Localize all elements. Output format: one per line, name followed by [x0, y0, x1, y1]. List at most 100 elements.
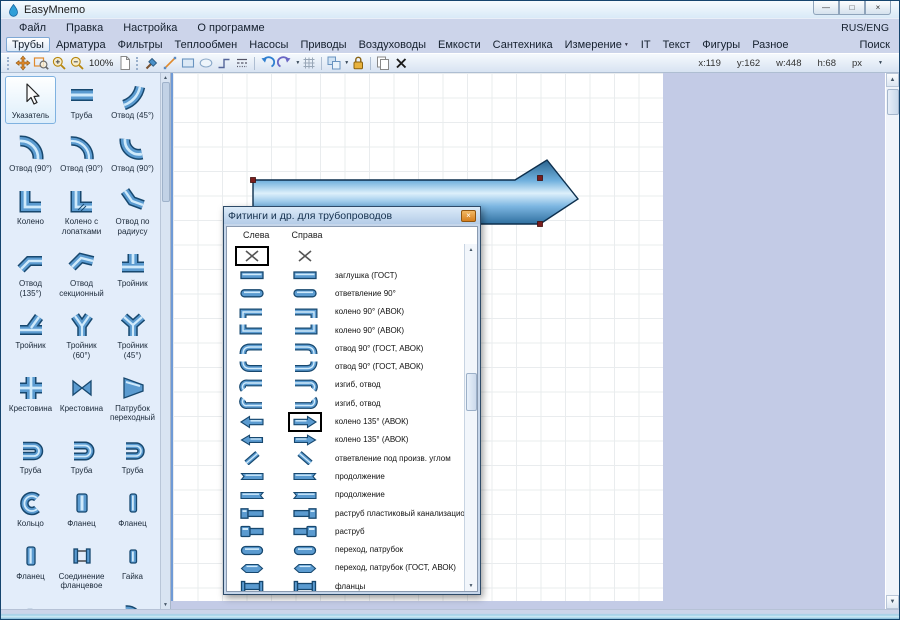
- scroll-thumb[interactable]: [887, 89, 899, 115]
- palette-item-Отвод (90°)[interactable]: Отвод (90°): [5, 129, 56, 177]
- tab-Фильтры[interactable]: Фильтры: [112, 39, 169, 51]
- palette-item-Отвод (135°)[interactable]: Отвод (135°): [5, 244, 56, 301]
- fitting-right-elbow-low-icon[interactable]: [290, 304, 320, 320]
- tab-IT[interactable]: IT: [635, 39, 657, 51]
- scroll-up-icon[interactable]: ▲: [886, 73, 899, 87]
- fitting-left-bar-round-icon[interactable]: [237, 285, 267, 301]
- palette-item-Отвод по радиусу[interactable]: Отвод по радиусу: [107, 182, 158, 239]
- palette-item-Тройник (60°)[interactable]: Тройник (60°): [56, 306, 107, 363]
- dialog-close-button[interactable]: ×: [461, 210, 476, 222]
- palette-item-Соединение фланцевое[interactable]: Соединение фланцевое: [56, 537, 107, 594]
- palette-item-Тройник (45°)[interactable]: Тройник (45°): [107, 306, 158, 363]
- line-tool-icon[interactable]: [161, 55, 179, 72]
- unit-dropdown-icon[interactable]: ▼: [878, 60, 883, 66]
- zoom-fit-icon[interactable]: [32, 55, 50, 72]
- grid-toggle-icon[interactable]: [300, 55, 318, 72]
- fitting-right-slash-icon[interactable]: [290, 450, 320, 466]
- line-style-icon[interactable]: [233, 55, 251, 72]
- palette-item-Отвод (90°)[interactable]: Отвод (90°): [56, 129, 107, 177]
- palette-item-Труба[interactable]: Труба: [56, 431, 107, 479]
- palette-item-Патрубок переходный[interactable]: Патрубок переходный: [107, 369, 158, 426]
- tab-Сантехника[interactable]: Сантехника: [487, 39, 559, 51]
- tab-Емкости[interactable]: Емкости: [432, 39, 487, 51]
- tab-Разное[interactable]: Разное: [746, 39, 794, 51]
- fitting-left-bar-notch-icon[interactable]: [237, 468, 267, 484]
- palette-item-Тройник[interactable]: Тройник: [107, 244, 158, 301]
- zoom-out-icon[interactable]: [68, 55, 86, 72]
- rect-tool-icon[interactable]: [179, 55, 197, 72]
- tab-Теплообмен[interactable]: Теплообмен: [168, 39, 243, 51]
- fitting-left-slash-icon[interactable]: [237, 450, 267, 466]
- palette-item-Труба[interactable]: Труба: [56, 76, 107, 124]
- palette-scrollbar[interactable]: ▲ ▼: [160, 73, 170, 609]
- scroll-down-icon[interactable]: ▼: [886, 595, 899, 609]
- palette-item-Гайка[interactable]: Гайка: [107, 537, 158, 594]
- palette-item-Отвод (45°)[interactable]: Отвод (45°): [107, 76, 158, 124]
- palette-item-Указатель[interactable]: Указатель: [5, 76, 56, 124]
- copy-icon[interactable]: [374, 55, 392, 72]
- new-page-icon[interactable]: [116, 55, 134, 72]
- fill-style-icon[interactable]: [143, 55, 161, 72]
- fitting-right-arc-high-icon[interactable]: [290, 359, 320, 375]
- palette-item-Труба[interactable]: Труба: [107, 431, 158, 479]
- tab-Насосы[interactable]: Насосы: [243, 39, 294, 51]
- fitting-right-elbow-high-icon[interactable]: [290, 322, 320, 338]
- polyline-tool-icon[interactable]: [215, 55, 233, 72]
- ellipse-tool-icon[interactable]: [197, 55, 215, 72]
- fitting-left-hook-high-icon[interactable]: [237, 395, 267, 411]
- fitting-right-arrow2-icon[interactable]: [290, 432, 320, 448]
- dialog-scrollbar[interactable]: ▲ ▼: [464, 244, 477, 591]
- menu-item[interactable]: Настройка: [113, 22, 187, 34]
- palette-item-Фланец[interactable]: Фланец: [5, 537, 56, 594]
- fitting-left-elbow-high-icon[interactable]: [237, 322, 267, 338]
- palette-item-Гайка[interactable]: Гайка: [5, 599, 56, 609]
- fitting-right-hook-low-icon[interactable]: [290, 377, 320, 393]
- palette-item-Резьбовое соединение[interactable]: Резьбовое соединение: [107, 599, 158, 609]
- palette-item-Фланец[interactable]: Фланец: [56, 484, 107, 532]
- tab-Приводы[interactable]: Приводы: [294, 39, 352, 51]
- palette-item-Колено[interactable]: Колено: [5, 182, 56, 239]
- scroll-up-icon[interactable]: ▲: [469, 244, 474, 255]
- fitting-right-flanged-icon[interactable]: [290, 578, 320, 591]
- menu-item[interactable]: Файл: [9, 22, 56, 34]
- close-button[interactable]: ×: [865, 1, 891, 15]
- tab-Фигуры[interactable]: Фигуры: [696, 39, 746, 51]
- palette-item-Фланец[interactable]: Фланец: [107, 484, 158, 532]
- menu-item[interactable]: О программе: [187, 22, 274, 34]
- tab-Измерение[interactable]: Измерение▼: [559, 39, 635, 51]
- tab-Арматура[interactable]: Арматура: [50, 39, 112, 51]
- palette-item-Отвод (90°)[interactable]: Отвод (90°): [107, 129, 158, 177]
- fitting-right-none-icon[interactable]: [290, 248, 320, 264]
- fitting-left-flanged-icon[interactable]: [237, 578, 267, 591]
- fitting-left-arc-low-icon[interactable]: [237, 340, 267, 356]
- fitting-right-arrow-icon[interactable]: [290, 414, 320, 430]
- group-icon[interactable]: [325, 55, 343, 72]
- fitting-right-bar-round-icon[interactable]: [290, 285, 320, 301]
- fitting-right-socket-icon[interactable]: [290, 505, 320, 521]
- palette-item-Кольцо[interactable]: Кольцо: [5, 484, 56, 532]
- scroll-down-icon[interactable]: ▼: [163, 600, 168, 609]
- fitting-right-socket2-icon[interactable]: [290, 523, 320, 539]
- palette-item-Крестовина[interactable]: Крестовина: [56, 369, 107, 426]
- fitting-right-hook-high-icon[interactable]: [290, 395, 320, 411]
- fitting-right-arc-low-icon[interactable]: [290, 340, 320, 356]
- scroll-thumb[interactable]: [162, 82, 170, 202]
- scroll-thumb[interactable]: [466, 373, 477, 411]
- zoom-level[interactable]: 100%: [86, 58, 116, 69]
- pan-tool-icon[interactable]: [14, 55, 32, 72]
- fitting-left-socket2-icon[interactable]: [237, 523, 267, 539]
- fitting-left-arrow-icon[interactable]: [237, 414, 267, 430]
- scroll-up-icon[interactable]: ▲: [163, 73, 168, 82]
- palette-item-Отвод секционный[interactable]: Отвод секционный: [56, 244, 107, 301]
- fitting-right-capsule-icon[interactable]: [290, 542, 320, 558]
- delete-icon[interactable]: [392, 55, 410, 72]
- undo-icon[interactable]: [258, 55, 276, 72]
- redo-icon[interactable]: [276, 55, 294, 72]
- minimize-button[interactable]: —: [813, 1, 839, 15]
- dialog-title-bar[interactable]: Фитинги и др. для трубопроводов ×: [224, 207, 480, 224]
- maximize-button[interactable]: □: [839, 1, 865, 15]
- toolbar-grip[interactable]: [136, 57, 139, 70]
- fitting-right-bar-icon[interactable]: [290, 267, 320, 283]
- search-label[interactable]: Поиск: [860, 39, 894, 51]
- fitting-left-bar-notch2-icon[interactable]: [237, 487, 267, 503]
